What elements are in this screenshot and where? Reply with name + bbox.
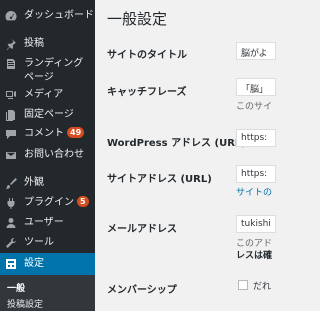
sidebar-item-label: プラグイン 5 [24, 196, 89, 210]
dashboard-icon [4, 9, 18, 23]
landing-page-icon [4, 57, 18, 71]
sidebar-item-label: 投稿 [24, 38, 44, 49]
wp-address-label: WordPress アドレス (URL) [107, 138, 246, 149]
wrench-icon [4, 236, 18, 250]
mail-icon [4, 148, 18, 162]
user-icon [4, 216, 18, 230]
sidebar-item-posts[interactable]: 投稿 [0, 37, 95, 51]
media-icon [4, 88, 18, 102]
comment-count-badge: 49 [67, 127, 85, 138]
membership-label: メンバーシップ [107, 285, 177, 296]
sidebar-item-label: お問い合わせ [24, 149, 84, 160]
sidebar-item-label: コメント 49 [24, 127, 85, 141]
sidebar-item-dashboard[interactable]: ダッシュボード [0, 9, 95, 23]
submenu-item-general[interactable]: 一般 [7, 281, 25, 294]
sidebar-item-label: 外観 [24, 177, 44, 188]
admin-sidebar: ダッシュボード 投稿 ランディングページ メディア 固定ページ コメント49 [0, 0, 95, 311]
sidebar-item-users[interactable]: ユーザー [0, 216, 95, 230]
settings-submenu: 一般 投稿設定 [0, 275, 95, 311]
sidebar-item-contact[interactable]: お問い合わせ [0, 148, 95, 162]
plugin-update-badge: 5 [77, 196, 89, 207]
site-title-input[interactable]: 脳がよ [236, 42, 276, 60]
submenu-item-writing[interactable]: 投稿設定 [7, 297, 43, 310]
sidebar-item-landing-pages[interactable]: ランディングページ [0, 57, 95, 85]
page-icon [4, 108, 18, 122]
tagline-description: このサイ [236, 102, 273, 112]
brush-icon [4, 176, 18, 190]
sidebar-item-label: ユーザー [24, 217, 64, 228]
membership-checkbox-label[interactable]: だれ [253, 279, 271, 292]
sidebar-item-appearance[interactable]: 外観 [0, 176, 95, 190]
comment-icon [4, 127, 18, 141]
email-description-notice: レスは確 [236, 251, 273, 261]
sidebar-item-settings[interactable]: 設定 [0, 253, 95, 275]
sidebar-item-label: ツール [24, 237, 54, 248]
sidebar-item-label: ランディングページ [24, 58, 84, 83]
settings-main: 一般設定 サイトのタイトル 脳がよ キャッチフレーズ 「脳」 このサイ Word… [95, 0, 276, 311]
tagline-input[interactable]: 「脳」 [236, 78, 276, 96]
wp-address-input[interactable]: https: [236, 129, 276, 147]
page-title: 一般設定 [107, 10, 168, 28]
membership-checkbox[interactable] [238, 280, 248, 290]
sidebar-item-label: 固定ページ [24, 109, 74, 120]
plugin-icon [4, 196, 18, 210]
sidebar-item-pages[interactable]: 固定ページ [0, 108, 95, 122]
email-input[interactable]: tukishi [236, 215, 276, 233]
site-address-help-link[interactable]: サイトの [236, 185, 272, 198]
sidebar-item-plugins[interactable]: プラグイン 5 [0, 196, 95, 210]
site-address-label: サイトアドレス (URL) [107, 174, 212, 185]
tagline-label: キャッチフレーズ [107, 87, 187, 98]
sidebar-item-media[interactable]: メディア [0, 88, 95, 102]
sidebar-item-comments[interactable]: コメント 49 [0, 127, 95, 141]
sidebar-item-label: ダッシュボード [24, 10, 94, 21]
sidebar-item-label: 設定 [24, 258, 44, 269]
email-label: メールアドレス [107, 224, 177, 235]
site-title-label: サイトのタイトル [107, 50, 187, 61]
sidebar-item-label: メディア [24, 89, 64, 100]
pin-icon [4, 37, 18, 51]
site-address-input[interactable]: https: [236, 165, 276, 183]
settings-icon [4, 257, 18, 271]
sidebar-item-tools[interactable]: ツール [0, 236, 95, 250]
